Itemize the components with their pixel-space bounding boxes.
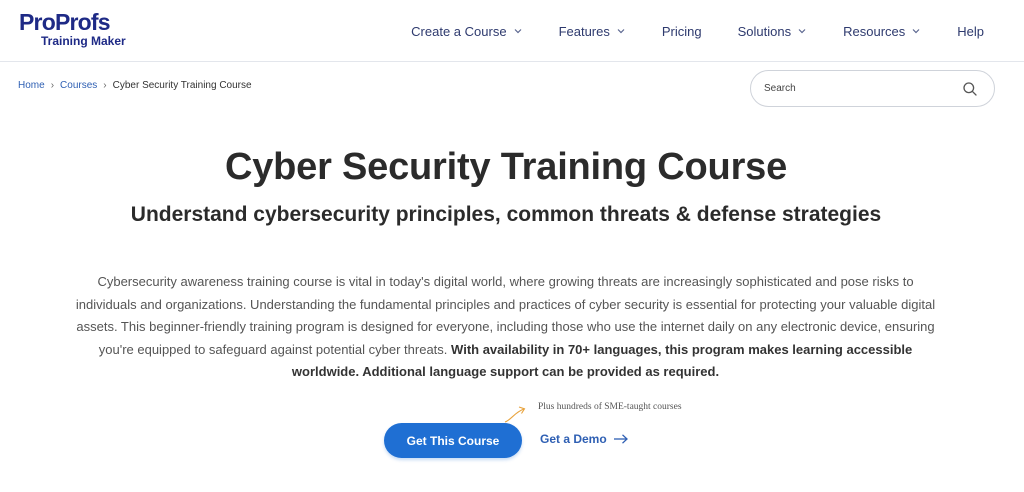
get-this-course-button[interactable]: Get This Course [384,423,522,458]
breadcrumb-home[interactable]: Home [18,80,45,91]
nav-pricing[interactable]: Pricing [662,24,702,39]
nav-label: Help [957,23,984,39]
arrow-right-icon [613,433,629,445]
nav-label: Resources [843,23,906,39]
breadcrumb-separator: › [50,80,55,91]
breadcrumb-courses[interactable]: Courses [60,80,97,91]
logo-wordmark: ProProfs [19,9,111,35]
chevron-down-icon [911,26,921,36]
nav-label: Features [558,23,610,39]
site-header: ProProfs Training Maker Create a Course … [0,0,1024,62]
get-a-demo-link[interactable]: Get a Demo [540,432,629,446]
curved-arrow-icon [504,406,526,423]
chevron-down-icon [513,26,523,36]
nav-resources[interactable]: Resources [843,24,921,39]
nav-label: Solutions [737,23,792,39]
search-icon[interactable] [962,81,978,97]
breadcrumb-separator: › [103,80,107,91]
nav-label: Pricing [661,23,702,39]
search-box [750,70,995,107]
course-description: Cybersecurity awareness training course … [68,271,943,384]
breadcrumb-current: Cyber Security Training Course [112,80,252,91]
main-nav: Create a Course Features Pricing Solutio… [411,21,984,41]
page-subtitle: Understand cybersecurity principles, com… [130,203,882,226]
courses-note: Plus hundreds of SME-taught courses [538,402,682,412]
breadcrumb: Home › Courses › Cyber Security Training… [18,80,252,91]
nav-create-a-course[interactable]: Create a Course [411,24,522,39]
nav-help[interactable]: Help [957,24,984,39]
chevron-down-icon [616,26,626,36]
page-title: Cyber Security Training Course [224,146,788,188]
demo-link-label: Get a Demo [540,432,607,446]
nav-solutions[interactable]: Solutions [738,24,807,39]
search-input[interactable] [764,83,954,94]
proprofs-logo[interactable]: ProProfs Training Maker [19,9,129,49]
logo-product-name: Training Maker [41,34,126,48]
nav-label: Create a Course [411,23,507,39]
nav-features[interactable]: Features [559,24,626,39]
chevron-down-icon [797,26,807,36]
